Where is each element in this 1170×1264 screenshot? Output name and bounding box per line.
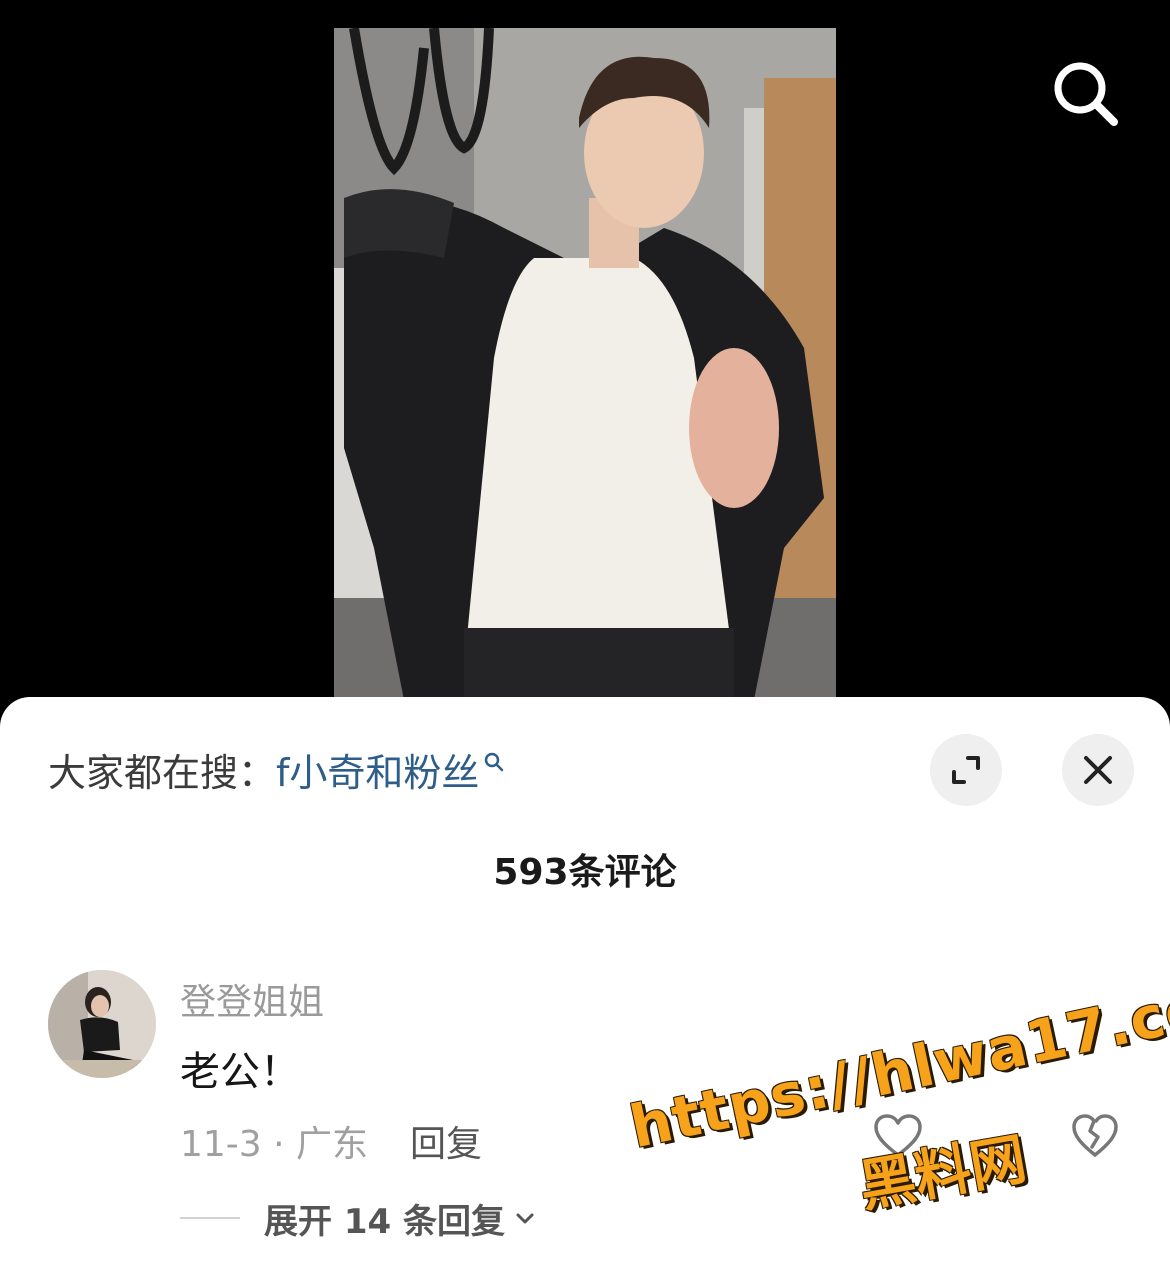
avatar[interactable] (48, 970, 156, 1078)
video-still-image (334, 28, 836, 700)
comment-meta: 11-3 · 广东 (180, 1124, 369, 1165)
search-button[interactable] (1050, 58, 1122, 130)
heart-icon (874, 1114, 922, 1157)
reply-button[interactable]: 回复 (410, 1115, 482, 1167)
hot-search-topic-link[interactable]: f小奇和粉丝 (276, 742, 479, 797)
comment-count: 593条评论 (493, 852, 677, 893)
broken-heart-icon (1072, 1114, 1118, 1157)
comment-username[interactable]: 登登姐姐 (180, 973, 324, 1025)
comment-item: 登登姐姐 老公！ 11-3 · 广东 回复 展开 14 条回复 (0, 967, 1170, 1264)
hot-search-bar[interactable]: 大家都在搜： f小奇和粉丝 (48, 741, 505, 797)
expand-replies-button[interactable]: 展开 14 条回复 (180, 1193, 537, 1243)
small-search-icon (485, 752, 504, 772)
expand-icon (952, 756, 980, 784)
comment-text: 老公！ (180, 1049, 300, 1095)
divider (180, 1217, 240, 1219)
hot-search-prefix: 大家都在搜： (48, 750, 277, 795)
dislike-button[interactable] (1070, 1111, 1120, 1161)
search-icon (1054, 62, 1118, 126)
chevron-down-icon (516, 1213, 534, 1224)
close-button[interactable] (1062, 734, 1134, 806)
expand-button[interactable] (930, 734, 1002, 806)
like-button[interactable] (872, 1111, 924, 1163)
comment-sheet: 大家都在搜： f小奇和粉丝 593条评论 登登姐姐 老公！ 11-3 · 广东 … (0, 697, 1170, 1264)
video-player[interactable] (0, 0, 1170, 700)
expand-replies-label: 展开 14 条回复 (264, 1201, 505, 1242)
video-frame[interactable] (334, 28, 836, 700)
close-icon (1084, 756, 1112, 784)
